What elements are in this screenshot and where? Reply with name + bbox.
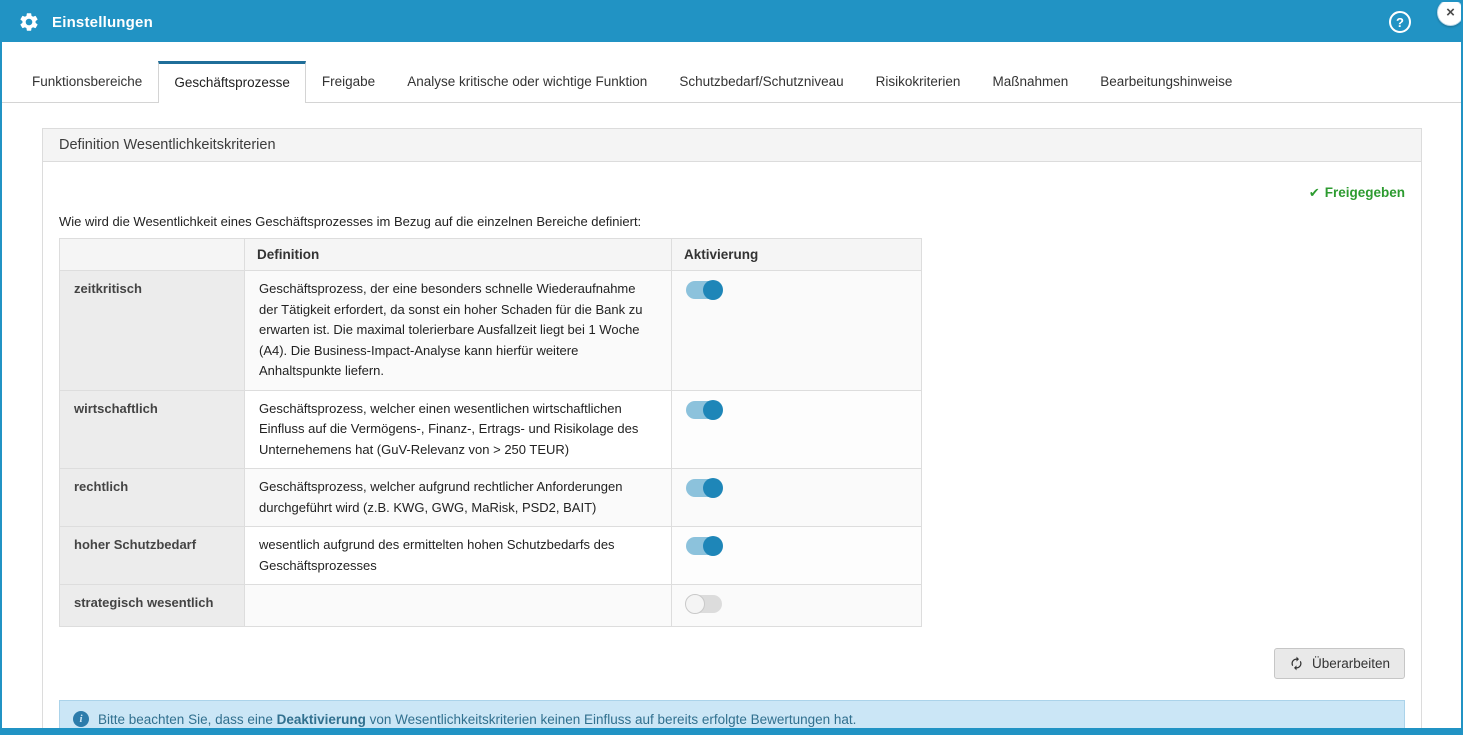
info-icon: i [73,711,89,727]
toggle-knob [703,536,723,556]
table-row: hoher Schutzbedarf wesentlich aufgrund d… [60,527,922,585]
activation-cell [672,527,922,585]
notice-text: Bitte beachten Sie, dass eine Deaktivier… [98,712,856,727]
gear-icon [18,11,40,33]
table-header-row: Definition Aktivierung [60,239,922,271]
definition-panel: Definition Wesentlichkeitskriterien ✔ Fre… [42,128,1422,735]
tab-geschaeftsprozesse[interactable]: Geschäftsprozesse [158,61,306,103]
col-header-activation: Aktivierung [672,239,922,271]
main-content: Definition Wesentlichkeitskriterien ✔ Fre… [2,103,1461,735]
tab-massnahmen[interactable]: Maßnahmen [976,60,1084,102]
tab-funktionsbereiche[interactable]: Funktionsbereiche [16,60,158,102]
criterion-label: zeitkritisch [60,271,245,391]
toggle-knob [703,280,723,300]
settings-window: × Einstellungen ? Funktionsbereiche Gesc… [0,0,1463,735]
activation-toggle[interactable] [686,537,722,555]
status-row: ✔ Freigegeben [59,184,1405,202]
tab-bar: Funktionsbereiche Geschäftsprozesse Frei… [2,42,1461,103]
activation-toggle[interactable] [686,281,722,299]
activation-cell [672,585,922,627]
panel-title: Definition Wesentlichkeitskriterien [43,129,1421,162]
toggle-knob [703,400,723,420]
tab-bearbeitungshinweise[interactable]: Bearbeitungshinweise [1084,60,1248,102]
table-row: wirtschaftlich Geschäftsprozess, welcher… [60,390,922,469]
tab-risikokriterien[interactable]: Risikokriterien [860,60,977,102]
status-badge: ✔ Freigegeben [1309,185,1405,200]
criterion-label: hoher Schutzbedarf [60,527,245,585]
actions-row: Überarbeiten [59,648,1405,679]
criterion-label: wirtschaftlich [60,390,245,469]
criterion-definition: Geschäftsprozess, der eine besonders sch… [245,271,672,391]
status-label: Freigegeben [1325,185,1405,200]
activation-toggle[interactable] [686,401,722,419]
tab-schutzbedarf-schutzniveau[interactable]: Schutzbedarf/Schutzniveau [663,60,859,102]
toggle-knob [685,594,705,614]
activation-cell [672,390,922,469]
panel-body: ✔ Freigegeben Wie wird die Wesentlichkeit… [43,162,1421,735]
intro-text: Wie wird die Wesentlichkeit eines Geschä… [59,214,1405,229]
revise-button[interactable]: Überarbeiten [1274,648,1405,679]
activation-cell [672,469,922,527]
revise-button-label: Überarbeiten [1312,656,1390,671]
criterion-definition [245,585,672,627]
col-header-definition: Definition [245,239,672,271]
criterion-definition: wesentlich aufgrund des ermittelten hohe… [245,527,672,585]
activation-cell [672,271,922,391]
notice-bar: i Bitte beachten Sie, dass eine Deaktivi… [59,700,1405,735]
refresh-icon [1289,656,1304,671]
criterion-label: strategisch wesentlich [60,585,245,627]
tab-analyse-kritische-funktion[interactable]: Analyse kritische oder wichtige Funktion [391,60,663,102]
table-row: strategisch wesentlich [60,585,922,627]
tab-freigabe[interactable]: Freigabe [306,60,391,102]
col-header-criterion [60,239,245,271]
criterion-definition: Geschäftsprozess, welcher einen wesentli… [245,390,672,469]
table-row: rechtlich Geschäftsprozess, welcher aufg… [60,469,922,527]
toggle-knob [703,478,723,498]
criterion-label: rechtlich [60,469,245,527]
check-icon: ✔ [1309,185,1320,200]
help-icon[interactable]: ? [1389,11,1411,33]
titlebar: Einstellungen ? [2,2,1461,42]
criteria-table: Definition Aktivierung zeitkritisch Gesc… [59,238,922,627]
activation-toggle[interactable] [686,479,722,497]
close-icon[interactable]: × [1437,0,1463,26]
table-row: zeitkritisch Geschäftsprozess, der eine … [60,271,922,391]
criterion-definition: Geschäftsprozess, welcher aufgrund recht… [245,469,672,527]
activation-toggle[interactable] [686,595,722,613]
window-title: Einstellungen [52,14,153,31]
